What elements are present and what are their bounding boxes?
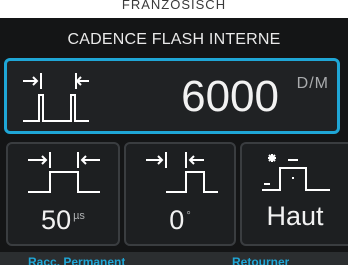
softkey-bar: Racc. Permanent Retourner [0, 252, 348, 265]
back-button[interactable]: Retourner [232, 252, 289, 265]
pulse-delay-icon [146, 152, 218, 193]
permanent-shortcut-button[interactable]: Racc. Permanent [28, 252, 125, 265]
page-title: CADENCE FLASH INTERNE [67, 31, 281, 48]
pulse-delay-field[interactable]: 0 ° [124, 142, 236, 246]
trigger-edge-value: Haut [266, 201, 324, 231]
pulse-interval-icon [23, 73, 89, 122]
pulse-width-icon [28, 152, 100, 193]
pulse-edge-icon [262, 154, 330, 191]
pulse-delay-value: 0 ° [169, 205, 191, 235]
caption-text: FRANZÖSISCH [0, 0, 348, 18]
device-screen: CADENCE FLASH INTERNE 6000 D/M 50 µs 0 °… [0, 18, 348, 265]
flash-rate-unit: D/M [296, 75, 329, 92]
flash-rate-field[interactable]: 6000 D/M [4, 58, 340, 134]
pulse-width-value: 50 µs [41, 205, 85, 235]
flash-rate-value: 6000 [181, 72, 279, 121]
trigger-edge-field[interactable]: Haut [240, 142, 348, 246]
pulse-width-field[interactable]: 50 µs [6, 142, 120, 246]
